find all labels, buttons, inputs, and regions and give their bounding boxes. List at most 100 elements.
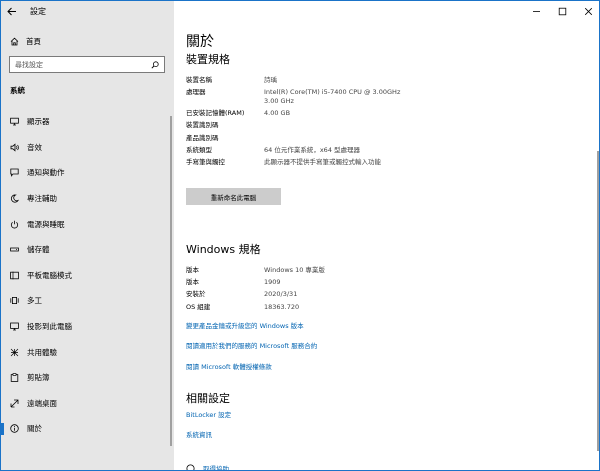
moon-icon <box>10 194 19 203</box>
sidebar-item-remote-desktop[interactable]: 遠端桌面 <box>1 391 174 417</box>
spec-row: 版本 Windows 10 專業版 <box>186 266 456 275</box>
share-icon <box>10 348 19 357</box>
system-info-link[interactable]: 系統資訊 <box>186 429 212 439</box>
get-help-label: 取得協助 <box>203 465 229 471</box>
minimize-icon <box>532 10 540 12</box>
spec-key: 裝置識別碼 <box>186 121 219 130</box>
back-button[interactable] <box>1 1 23 21</box>
spec-key: 已安裝記憶體(RAM) <box>186 109 245 118</box>
sidebar-scrollbar[interactable] <box>170 116 172 446</box>
app-title: 設定 <box>30 6 46 16</box>
device-spec-title: 裝置規格 <box>186 53 230 66</box>
maximize-icon <box>558 7 566 15</box>
rename-pc-button[interactable]: 重新命名此電腦 <box>186 188 281 205</box>
sidebar-item-label: 遠端桌面 <box>27 398 57 408</box>
monitor-icon <box>10 117 19 126</box>
spec-key: 版本 <box>186 278 199 287</box>
multitask-icon <box>10 296 19 305</box>
search-icon <box>151 60 159 69</box>
spec-key: 版本 <box>186 266 199 274</box>
sidebar: 設定 首頁 系統 顯示器 音效 通知與動作 <box>1 1 174 470</box>
spec-value: Intel(R) Core(TM) i5-7400 CPU @ 3.00GHz … <box>264 88 401 105</box>
change-product-key-link[interactable]: 變更產品金鑰或升級您的 Windows 版本 <box>186 320 304 330</box>
bitlocker-link[interactable]: BitLocker 設定 <box>186 409 231 419</box>
device-spec-list: 裝置名稱 詩瑀 處理器 Intel(R) Core(TM) i5-7400 CPU … <box>186 76 456 170</box>
sidebar-item-label: 專注輔助 <box>27 194 57 204</box>
spec-key: 安裝於 <box>186 290 206 299</box>
spec-row: 產品識別碼 <box>186 134 456 143</box>
spec-value: 4.00 GB <box>264 109 291 118</box>
spec-row: 裝置識別碼 <box>186 121 456 130</box>
window-controls <box>523 1 599 21</box>
spec-row: 手寫筆與觸控 此顯示器不提供手寫筆或觸控式輸入功能 <box>186 158 456 167</box>
sidebar-item-label: 通知與動作 <box>27 168 65 178</box>
sidebar-item-display[interactable]: 顯示器 <box>1 109 174 135</box>
spec-value: 詩瑀 <box>264 76 277 84</box>
minimize-button[interactable] <box>523 1 549 21</box>
sidebar-item-shared-experiences[interactable]: 共用體驗 <box>1 339 174 365</box>
spec-value: 64 位元作業系統，x64 型處理器 <box>264 145 361 154</box>
main-content: 關於 裝置規格 裝置名稱 詩瑀 處理器 Intel(R) Core(TM) i5-7… <box>174 1 599 471</box>
related-settings-title: 相關設定 <box>186 392 230 405</box>
sidebar-item-projecting[interactable]: 投影到此電腦 <box>1 314 174 340</box>
sidebar-item-about[interactable]: 關於 <box>1 416 174 442</box>
sidebar-item-label: 投影到此電腦 <box>27 322 72 332</box>
info-icon <box>10 424 19 434</box>
spec-value: 此顯示器不提供手寫筆或觸控式輸入功能 <box>264 157 381 166</box>
sidebar-item-storage[interactable]: 儲存體 <box>1 237 174 263</box>
sidebar-item-label: 平板電腦模式 <box>27 270 72 280</box>
spec-key: 系統類型 <box>186 145 212 154</box>
home-link[interactable]: 首頁 <box>1 32 174 50</box>
license-terms-link[interactable]: 閱讀 Microsoft 軟體授權條款 <box>186 361 272 371</box>
sidebar-item-label: 儲存體 <box>27 245 50 255</box>
sidebar-nav: 顯示器 音效 通知與動作 專注輔助 電源與睡眠 儲存體 平板電腦模式 多工 投影… <box>1 109 174 442</box>
speaker-icon <box>10 143 19 152</box>
windows-spec-list: 版本 Windows 10 專業版 版本 1909 安裝於 2020/3/31 OS … <box>186 266 456 315</box>
close-icon <box>584 7 592 15</box>
settings-window: 設定 首頁 系統 顯示器 音效 通知與動作 <box>0 0 600 471</box>
sidebar-item-label: 共用體驗 <box>27 347 57 357</box>
message-icon <box>10 168 19 178</box>
spec-key: 手寫筆與觸控 <box>186 157 225 166</box>
section-title: 系統 <box>10 86 25 95</box>
spec-row: 安裝於 2020/3/31 <box>186 290 456 299</box>
search-input[interactable] <box>15 60 145 69</box>
arrow-left-icon <box>7 7 16 15</box>
power-icon <box>10 220 19 229</box>
spec-row: 處理器 Intel(R) Core(TM) i5-7400 CPU @ 3.00G… <box>186 88 456 106</box>
sidebar-item-label: 音效 <box>27 142 42 152</box>
sidebar-item-focus-assist[interactable]: 專注輔助 <box>1 186 174 212</box>
services-agreement-link[interactable]: 閱讀適用於我們的服務的 Microsoft 服務合約 <box>186 340 317 350</box>
spec-row: 版本 1909 <box>186 278 456 287</box>
sidebar-item-sound[interactable]: 音效 <box>1 135 174 161</box>
sidebar-item-tablet-mode[interactable]: 平板電腦模式 <box>1 263 174 289</box>
spec-value: Windows 10 專業版 <box>264 266 325 274</box>
sidebar-item-label: 電源與睡眠 <box>27 219 65 229</box>
sidebar-item-power[interactable]: 電源與睡眠 <box>1 211 174 237</box>
spec-key: 產品識別碼 <box>186 133 219 142</box>
search-box[interactable] <box>9 56 165 73</box>
spec-key: 處理器 <box>186 88 206 97</box>
sidebar-item-notifications[interactable]: 通知與動作 <box>1 160 174 186</box>
spec-value: 2020/3/31 <box>264 290 298 299</box>
sidebar-item-label: 多工 <box>27 296 42 306</box>
spec-row: OS 組建 18363.720 <box>186 303 456 312</box>
spec-key: 裝置名稱 <box>186 76 212 84</box>
sidebar-item-clipboard[interactable]: 剪貼簿 <box>1 365 174 391</box>
sidebar-item-multitasking[interactable]: 多工 <box>1 288 174 314</box>
spec-row: 已安裝記憶體(RAM) 4.00 GB <box>186 109 456 118</box>
projector-icon <box>10 322 19 331</box>
clipboard-icon <box>10 373 19 383</box>
content-scrollbar[interactable] <box>597 151 599 451</box>
spec-value: 18363.720 <box>264 302 300 311</box>
get-help-link[interactable]: 取得協助 <box>186 463 229 471</box>
home-icon <box>10 37 19 46</box>
sidebar-item-label: 剪貼簿 <box>27 373 50 383</box>
close-button[interactable] <box>575 1 599 21</box>
maximize-button[interactable] <box>549 1 575 21</box>
home-label: 首頁 <box>26 36 41 46</box>
spec-key: OS 組建 <box>186 302 211 311</box>
titlebar: 設定 <box>1 1 174 21</box>
windows-spec-title: Windows 規格 <box>186 243 261 256</box>
storage-icon <box>10 245 19 254</box>
